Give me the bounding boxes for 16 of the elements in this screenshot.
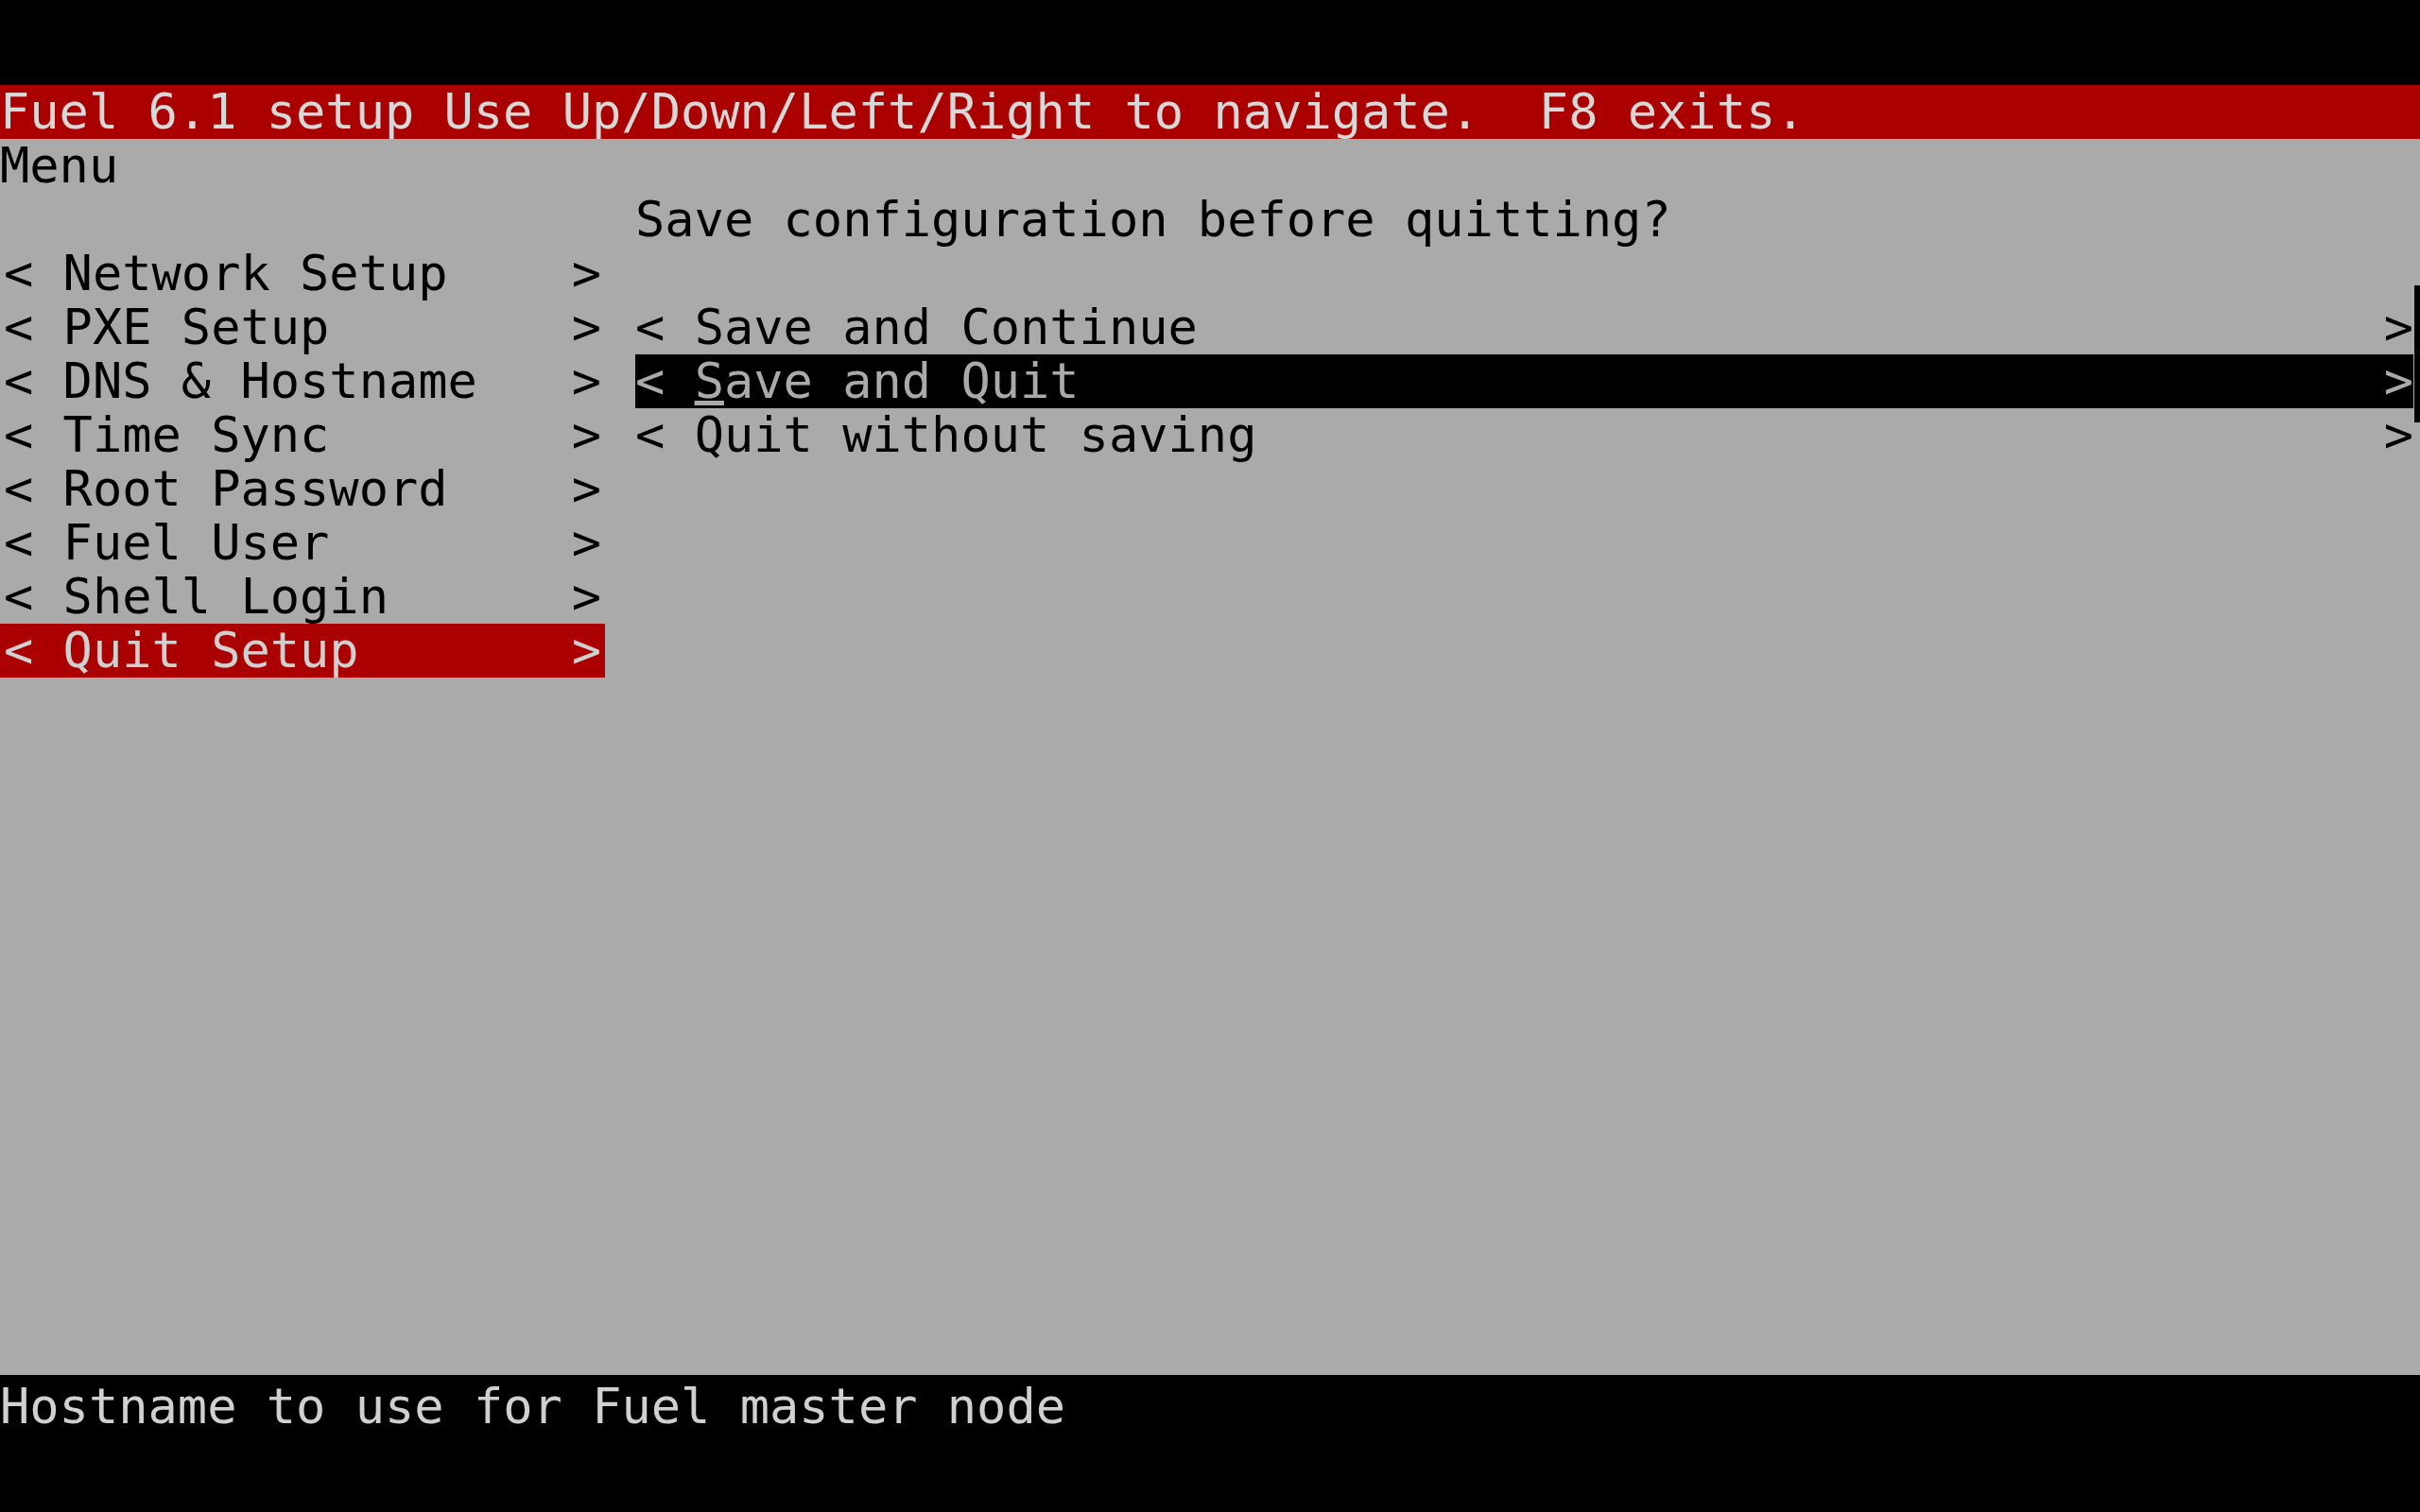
menu-item[interactable]: < PXE Setup >	[0, 301, 605, 354]
dialog-option[interactable]: < Quit without saving >	[635, 408, 2413, 462]
menu-item[interactable]: < Time Sync >	[0, 408, 605, 462]
status-text: Hostname to use for Fuel master node	[0, 1378, 1066, 1435]
menu-item[interactable]: < Network Setup >	[0, 247, 605, 301]
dialog-option[interactable]: < Save and Quit >	[635, 354, 2413, 408]
dialog-option[interactable]: < Save and Continue >	[635, 301, 2413, 354]
menu-item[interactable]: < Fuel User >	[0, 516, 605, 570]
menu-item[interactable]: < DNS & Hostname >	[0, 354, 605, 408]
app-title: Fuel 6.1 setup	[0, 85, 415, 139]
navigation-hint: Use Up/Down/Left/Right to navigate. F8 exits.	[443, 85, 1806, 139]
menu-item[interactable]: < Quit Setup >	[0, 624, 605, 678]
dialog-question: Save configuration before quitting?	[635, 191, 1671, 248]
menu-item[interactable]: < Root Password >	[0, 462, 605, 516]
menu-item[interactable]: < Shell Login >	[0, 570, 605, 624]
menu-title: Menu	[0, 137, 119, 194]
